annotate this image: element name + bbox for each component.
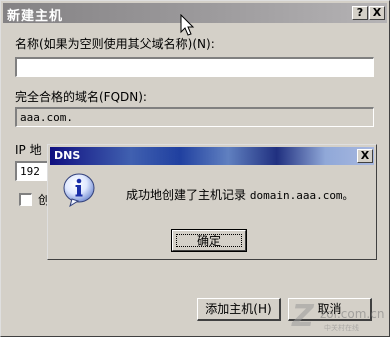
ok-button-label: 确定 [176, 234, 242, 248]
watermark-subtext: 中关村在线 [324, 323, 359, 332]
svg-text:Z: Z [291, 299, 315, 334]
message-text: 成功地创建了主机记录 domain.aaa.com。 [126, 186, 354, 203]
fqdn-label: 完全合格的域名(FQDN): [15, 90, 147, 104]
close-button[interactable]: X [369, 6, 385, 20]
window-title: 新建主机 [7, 9, 64, 24]
ok-button[interactable]: 确定 [171, 229, 247, 252]
message-title-bar[interactable]: DNS X [50, 147, 374, 165]
message-domain: domain.aaa.com。 [249, 189, 354, 202]
fqdn-value: aaa.com. [20, 111, 73, 124]
watermark-text: zol.com.cn [320, 307, 384, 321]
add-host-button[interactable]: 添加主机(H) [197, 298, 281, 321]
ip-label: IP 地 [15, 143, 42, 157]
help-button[interactable]: ? [352, 6, 368, 20]
ptr-checkbox[interactable] [19, 193, 32, 206]
message-title: DNS [54, 149, 81, 162]
zol-watermark-logo: Z zol.com.cn 中关村在线 [291, 299, 384, 334]
info-icon [63, 173, 95, 207]
mouse-cursor-icon [180, 14, 195, 36]
ok-button-bevel: 确定 [172, 230, 246, 251]
message-prefix: 成功地创建了主机记录 [126, 188, 247, 202]
name-input[interactable] [15, 57, 374, 77]
ip-address-value: 192 [20, 165, 40, 178]
message-close-button[interactable]: X [357, 149, 373, 163]
fqdn-field: aaa.com. [15, 107, 374, 127]
dns-message-box: DNS X 成功地创建了主机记录 domain.aaa.com。 确定 [47, 144, 377, 260]
